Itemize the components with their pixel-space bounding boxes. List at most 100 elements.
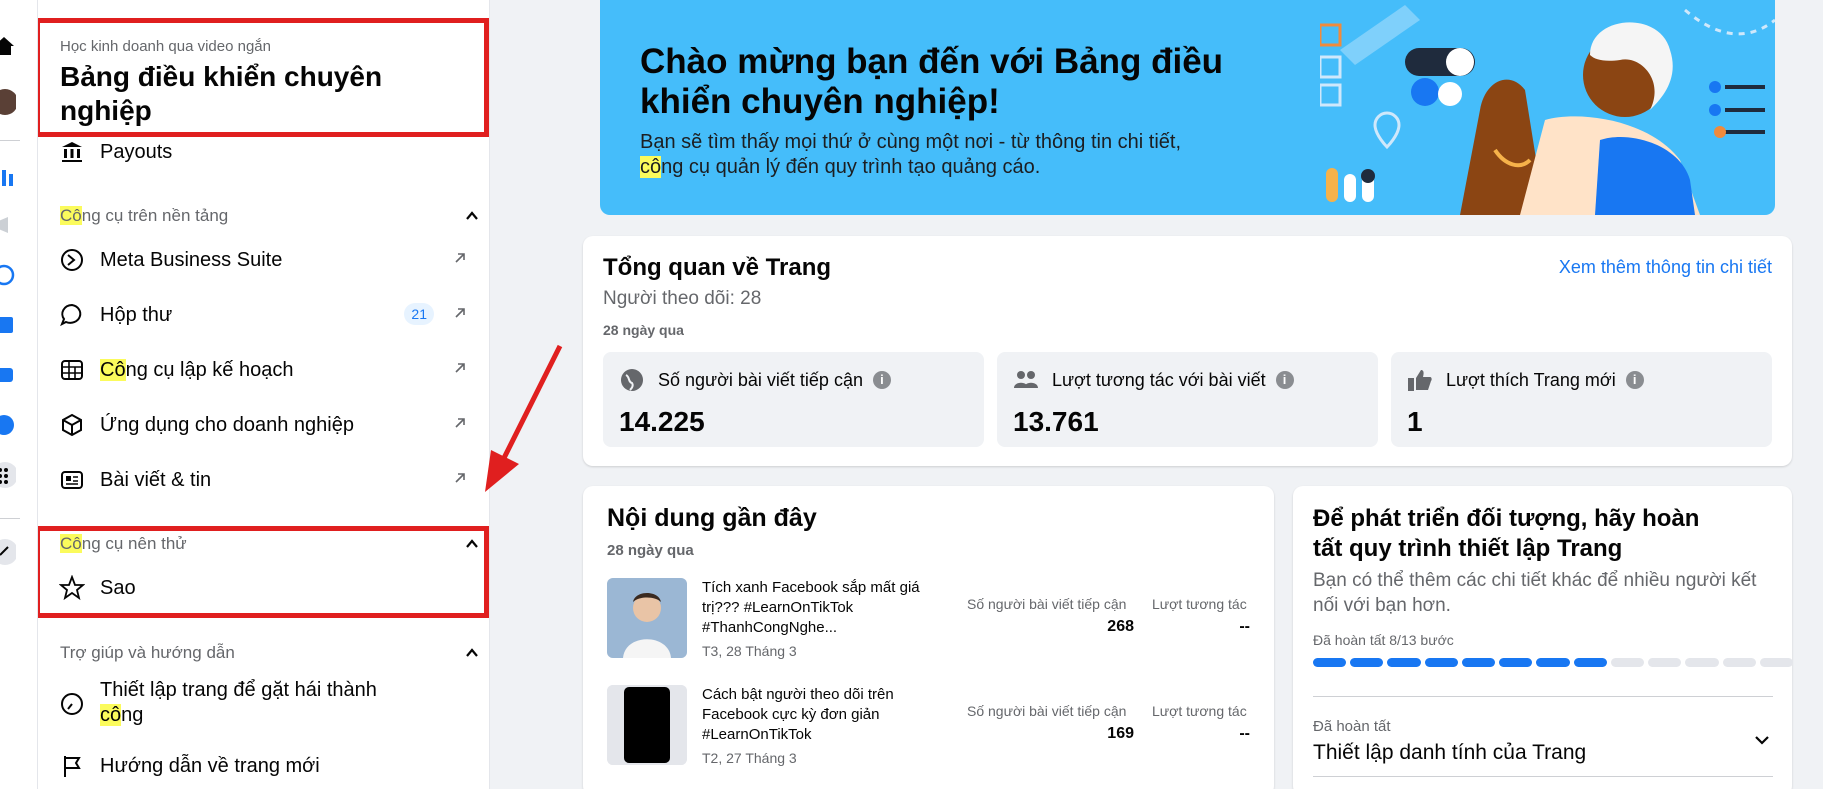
external-link-icon xyxy=(455,363,465,373)
progress-segment xyxy=(1648,658,1682,667)
sidebar-item-label: Ứng dụng cho doanh nghiệp xyxy=(100,413,354,436)
thumbs-up-icon xyxy=(1408,370,1432,391)
progress-segment xyxy=(1387,658,1421,667)
label-line1: Thiết lập trang để gặt hái thành xyxy=(100,679,377,701)
gauge-icon xyxy=(58,690,86,718)
column-label-engagement: Lượt tương tác xyxy=(1152,596,1247,612)
post-thumbnail xyxy=(607,685,687,765)
sidebar-item-planner[interactable]: Công cụ lập kế hoạch xyxy=(58,350,478,390)
step-title[interactable]: Thiết lập danh tính của Trang xyxy=(1313,741,1586,765)
newspaper-icon xyxy=(58,466,86,494)
welcome-banner: Chào mừng bạn đến với Bảng điều khiển ch… xyxy=(600,0,1775,215)
sidebar-item-label: Meta Business Suite xyxy=(100,248,283,271)
flag-icon xyxy=(58,752,86,780)
globe-icon xyxy=(621,369,643,391)
sidebar-item-posts-stories[interactable]: Bài viết & tin xyxy=(58,460,478,500)
sidebar-item-meta-business-suite[interactable]: Meta Business Suite xyxy=(58,240,478,280)
planner-icon[interactable] xyxy=(0,313,16,337)
reach-value: 169 xyxy=(1107,725,1134,742)
section-label: ng cụ trên nền tảng xyxy=(81,206,229,225)
progress-segment xyxy=(1350,658,1384,667)
groups-icon[interactable] xyxy=(0,413,16,437)
highlight: cô xyxy=(640,156,662,178)
external-link-icon xyxy=(455,473,465,483)
metric-label: Lượt tương tác với bài viết i xyxy=(1052,370,1294,391)
chevron-down-icon[interactable] xyxy=(1753,731,1771,749)
chat-bubble-icon xyxy=(58,301,86,329)
highlight: Cô xyxy=(60,206,82,225)
link-icon[interactable] xyxy=(0,539,16,565)
progress-segment xyxy=(1424,658,1458,667)
recent-content-card: Nội dung gần đây 28 ngày qua Tích xanh F… xyxy=(583,486,1274,789)
section-description: Bạn có thể thêm các chi tiết khác để nhi… xyxy=(1313,570,1757,616)
insights-icon[interactable] xyxy=(0,165,16,189)
home-icon[interactable] xyxy=(0,34,16,58)
section-label: Trợ giúp và hướng dẫn xyxy=(60,643,235,662)
sidebar-item-setup-page[interactable]: Thiết lập trang để gặt hái thành công xyxy=(58,678,478,734)
see-more-insights-link[interactable]: Xem thêm thông tin chi tiết xyxy=(1559,257,1772,278)
highlight: cô xyxy=(100,704,122,726)
label-rest: ng xyxy=(121,704,144,726)
sidebar-item-label: Hướng dẫn về trang mới xyxy=(100,754,320,777)
metric-new-likes[interactable]: Lượt thích Trang mới i 1 xyxy=(1391,352,1772,447)
annotation-arrow xyxy=(485,344,563,492)
section-title: Để phát triển đối tượng, hãy hoàn tất qu… xyxy=(1313,505,1700,562)
sidebar-item-business-apps[interactable]: Ứng dụng cho doanh nghiệp xyxy=(58,405,478,445)
engagement-value: -- xyxy=(1239,725,1250,742)
chevron-up-icon[interactable] xyxy=(464,645,480,661)
metric-value: 1 xyxy=(1407,406,1423,437)
sidebar-item-payouts[interactable]: Payouts xyxy=(58,132,478,172)
chevron-up-icon[interactable] xyxy=(464,208,480,224)
meta-icon[interactable] xyxy=(0,263,16,287)
sidebar-item-label: Payouts xyxy=(100,140,173,163)
banner-desc-line1: Bạn sẽ tìm thấy mọi thứ ở cùng một nơi -… xyxy=(640,131,1182,153)
period-label: 28 ngày qua xyxy=(603,322,684,338)
bank-icon xyxy=(58,138,86,166)
metric-label-text: Số người bài viết tiếp cận xyxy=(658,370,863,390)
info-icon[interactable]: i xyxy=(1625,371,1644,389)
annotation-box xyxy=(38,18,489,137)
list-item[interactable]: Tích xanh Facebook sắp mất giá trị??? #L… xyxy=(607,578,1250,678)
reach-value: 268 xyxy=(1107,618,1134,635)
annotation-box xyxy=(38,526,489,618)
post-date: T3, 28 Tháng 3 xyxy=(702,643,797,659)
progress-segment xyxy=(1610,658,1645,667)
megaphone-icon[interactable] xyxy=(0,213,16,237)
info-icon[interactable]: i xyxy=(872,371,891,389)
metric-label: Số người bài viết tiếp cận i xyxy=(658,370,891,391)
followers-count: Người theo dõi: 28 xyxy=(603,288,762,309)
rail-divider xyxy=(0,140,20,141)
progress-segment xyxy=(1499,658,1533,667)
external-link-icon xyxy=(455,253,465,263)
progress-segment xyxy=(1759,658,1794,667)
progress-segment xyxy=(1722,658,1756,667)
video-icon[interactable] xyxy=(0,363,16,387)
column-label-reach: Số người bài viết tiếp cận xyxy=(967,703,1127,719)
section-help[interactable]: Trợ giúp và hướng dẫn xyxy=(60,643,480,663)
sidebar-item-inbox[interactable]: Hộp thư 21 xyxy=(58,295,478,335)
section-title: Tổng quan về Trang xyxy=(603,254,832,281)
info-icon[interactable]: i xyxy=(1275,371,1294,389)
metric-label-text: Lượt tương tác với bài viết xyxy=(1052,370,1266,390)
label-rest: ng cụ lập kế hoạch xyxy=(125,358,294,381)
apps-grid-icon[interactable] xyxy=(0,462,16,488)
banner-desc-line2: ng cụ quản lý đến quy trình tạo quảng cá… xyxy=(661,156,1041,178)
section-platform-tools[interactable]: Công cụ trên nền tảng xyxy=(60,206,480,226)
period-label: 28 ngày qua xyxy=(607,542,694,559)
metric-engagement[interactable]: Lượt tương tác với bài viết i 13.761 xyxy=(997,352,1378,447)
unread-badge: 21 xyxy=(404,303,434,325)
metric-reach[interactable]: Số người bài viết tiếp cận i 14.225 xyxy=(603,352,984,447)
banner-description: Bạn sẽ tìm thấy mọi thứ ở cùng một nơi -… xyxy=(640,130,1260,180)
section-title: Nội dung gần đây xyxy=(607,504,817,532)
left-icon-rail xyxy=(0,0,38,789)
sidebar-item-new-page-guide[interactable]: Hướng dẫn về trang mới xyxy=(58,746,478,786)
avatar[interactable] xyxy=(0,89,16,115)
divider xyxy=(1313,696,1773,697)
rail-divider xyxy=(0,518,20,519)
banner-illustration xyxy=(1320,5,1775,215)
divider xyxy=(1313,776,1773,777)
list-item[interactable]: Cách bật người theo dõi trên Facebook cự… xyxy=(607,685,1250,785)
step-status: Đã hoàn tất xyxy=(1313,718,1391,735)
column-label-engagement: Lượt tương tác xyxy=(1152,703,1247,719)
post-text: Cách bật người theo dõi trên Facebook cự… xyxy=(702,686,894,743)
